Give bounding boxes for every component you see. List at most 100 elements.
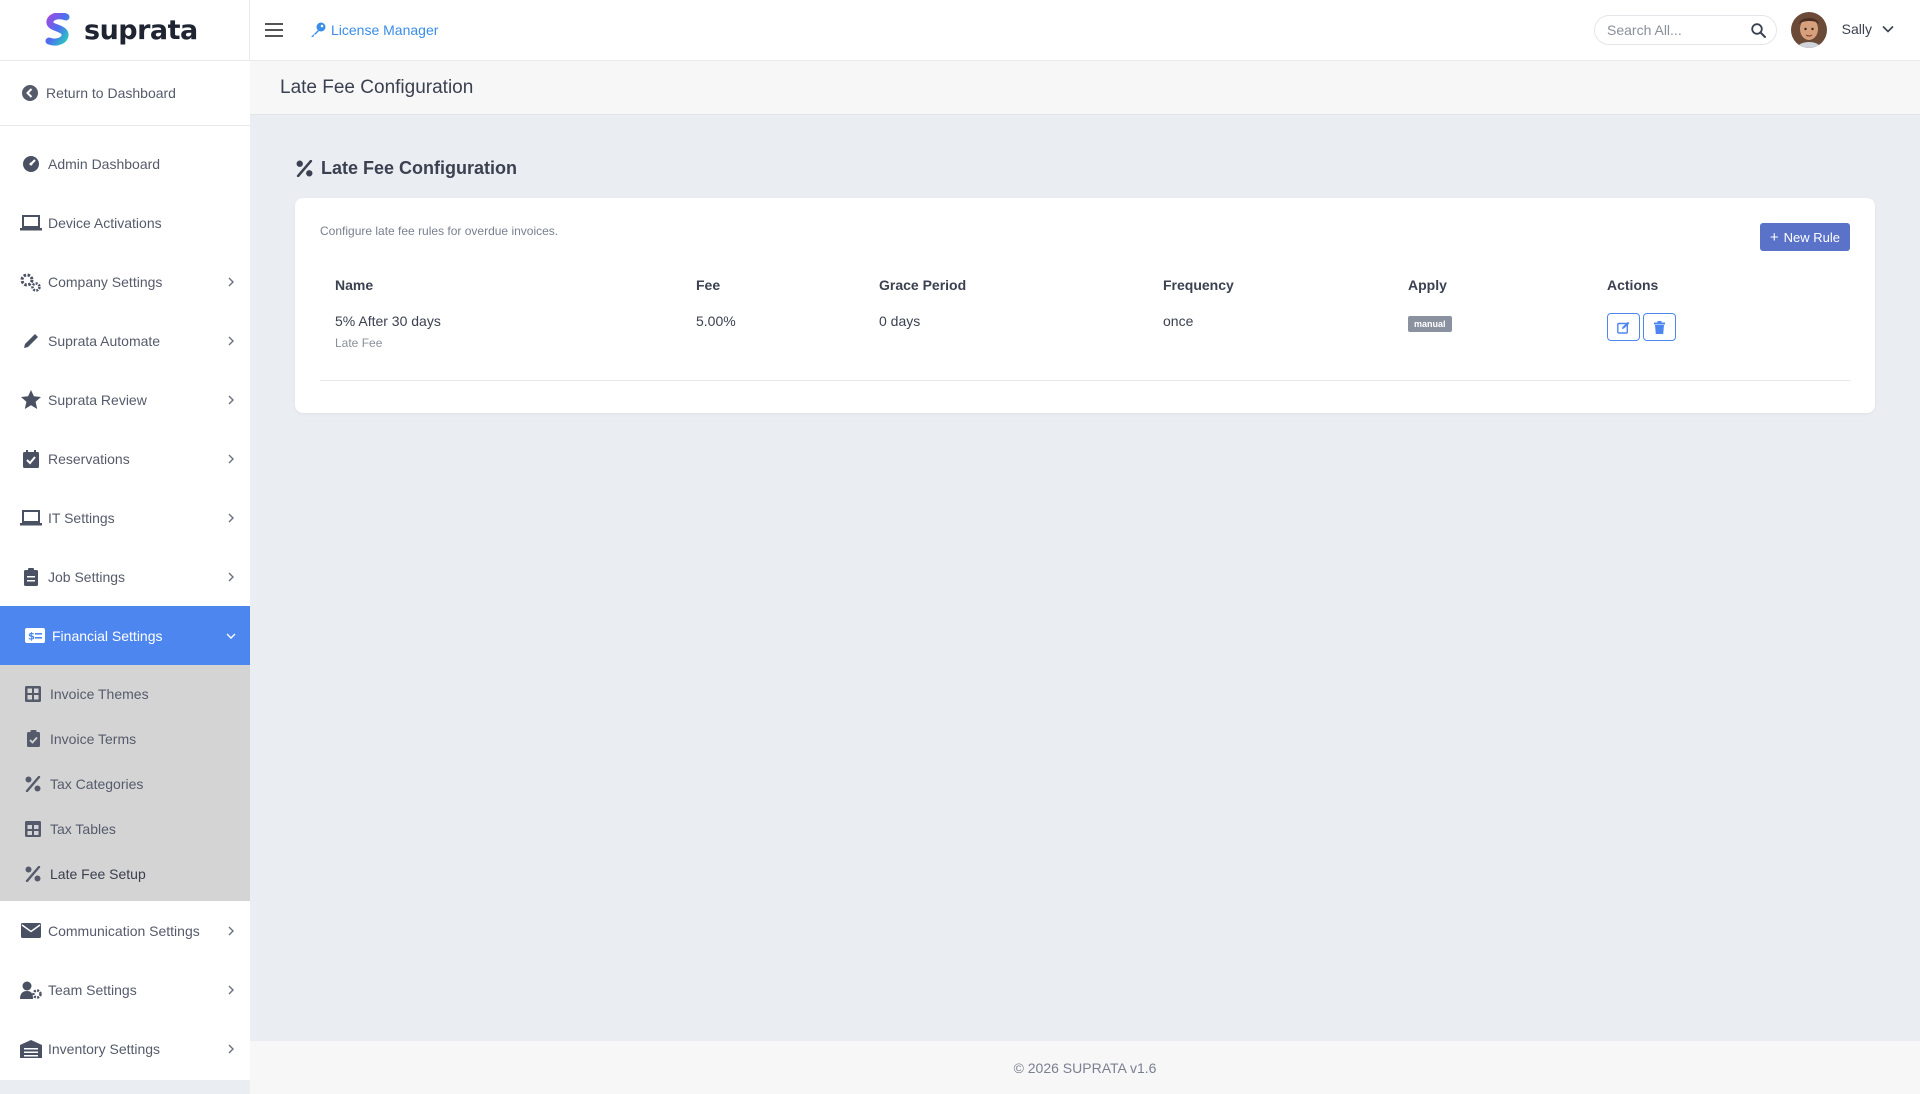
sidebar-item-label: Job Settings xyxy=(48,568,126,585)
key-icon xyxy=(311,22,326,37)
edit-button[interactable] xyxy=(1607,313,1640,341)
column-header-name: Name xyxy=(335,277,374,293)
user-name[interactable]: Sally xyxy=(1842,21,1872,37)
global-search xyxy=(1594,15,1777,45)
chevron-down-icon xyxy=(226,633,236,639)
logo[interactable]: suprata xyxy=(0,0,250,61)
license-manager-label: License Manager xyxy=(331,22,439,38)
user-cog-icon xyxy=(20,979,42,1001)
avatar[interactable] xyxy=(1791,12,1827,48)
sidebar-item-communication-settings[interactable]: Communication Settings xyxy=(0,901,250,960)
table-header-row: Name Fee Grace Period Frequency Apply Ac… xyxy=(320,270,1850,300)
delete-button[interactable] xyxy=(1643,313,1676,341)
apply-badge: manual xyxy=(1408,316,1452,332)
sidebar-subitem-tax-categories[interactable]: Tax Categories xyxy=(0,761,250,806)
sidebar-subitem-label: Invoice Themes xyxy=(50,685,149,702)
sidebar-item-label: Communication Settings xyxy=(48,922,200,939)
rule-name: 5% After 30 days xyxy=(335,313,441,329)
sidebar-item-label: Financial Settings xyxy=(52,627,163,644)
topbar: License Manager Sally xyxy=(250,0,1920,61)
arrow-circle-left-icon xyxy=(22,85,38,101)
column-header-frequency: Frequency xyxy=(1163,277,1234,293)
table-icon xyxy=(24,820,42,838)
plus-icon: + xyxy=(1769,228,1779,246)
sidebar-item-label: Suprata Review xyxy=(48,391,147,408)
financial-settings-submenu: Invoice Themes Invoice Terms Tax Categor… xyxy=(0,665,250,901)
sidebar-item-label: Device Activations xyxy=(48,214,162,231)
page-title: Late Fee Configuration xyxy=(250,61,1920,115)
return-to-dashboard-link[interactable]: Return to Dashboard xyxy=(0,61,250,126)
sidebar-subitem-tax-tables[interactable]: Tax Tables xyxy=(0,806,250,851)
suprata-logo-icon xyxy=(45,13,70,46)
sidebar-subitem-invoice-themes[interactable]: Invoice Themes xyxy=(0,671,250,716)
sidebar-item-device-activations[interactable]: Device Activations xyxy=(0,193,250,252)
sidebar: suprata Return to Dashboard Admin Dashbo… xyxy=(0,0,250,1080)
sidebar-nav: Admin Dashboard Device Activations Compa… xyxy=(0,134,250,1078)
clipboard-icon xyxy=(20,566,42,588)
cell-grace-period: 0 days xyxy=(864,300,1148,381)
svg-text:$: $ xyxy=(28,632,35,643)
sidebar-item-label: IT Settings xyxy=(48,509,115,526)
sidebar-subitem-late-fee-setup[interactable]: Late Fee Setup xyxy=(0,851,250,896)
column-header-actions: Actions xyxy=(1607,277,1659,293)
app-name: suprata xyxy=(84,14,198,46)
sidebar-item-admin-dashboard[interactable]: Admin Dashboard xyxy=(0,134,250,193)
sidebar-item-it-settings[interactable]: IT Settings xyxy=(0,488,250,547)
rule-type: Late Fee xyxy=(335,336,383,350)
sidebar-item-label: Inventory Settings xyxy=(48,1040,161,1057)
column-header-fee: Fee xyxy=(696,277,721,293)
sidebar-subitem-label: Late Fee Setup xyxy=(50,865,146,882)
warehouse-icon xyxy=(20,1038,42,1060)
sidebar-subitem-label: Tax Tables xyxy=(50,820,116,837)
percent-icon xyxy=(24,865,42,883)
license-manager-link[interactable]: License Manager xyxy=(310,22,438,38)
trash-icon xyxy=(1654,320,1665,334)
sidebar-item-company-settings[interactable]: Company Settings xyxy=(0,252,250,311)
percent-icon xyxy=(296,160,313,177)
sidebar-item-suprata-review[interactable]: Suprata Review xyxy=(0,370,250,429)
laptop-icon xyxy=(20,212,42,234)
cogs-icon xyxy=(20,271,42,293)
sidebar-item-reservations[interactable]: Reservations xyxy=(0,429,250,488)
chevron-right-icon xyxy=(228,336,234,345)
sidebar-item-financial-settings[interactable]: $ Financial Settings xyxy=(0,606,250,665)
section-title-text: Late Fee Configuration xyxy=(321,158,518,178)
cell-fee: 5.00% xyxy=(681,300,864,381)
table-row: 5% After 30 days Late Fee 5.00% 0 days o… xyxy=(320,300,1850,381)
chevron-right-icon xyxy=(228,454,234,463)
search-input[interactable] xyxy=(1607,22,1747,38)
sidebar-item-label: Reservations xyxy=(48,450,130,467)
sidebar-item-inventory-settings[interactable]: Inventory Settings xyxy=(0,1019,250,1078)
sidebar-item-suprata-automate[interactable]: Suprata Automate xyxy=(0,311,250,370)
return-label: Return to Dashboard xyxy=(46,85,176,101)
new-rule-button[interactable]: + New Rule xyxy=(1759,223,1850,251)
gauge-icon xyxy=(20,153,42,175)
column-header-grace-period: Grace Period xyxy=(879,277,967,293)
sidebar-subitem-invoice-terms[interactable]: Invoice Terms xyxy=(0,716,250,761)
chevron-right-icon xyxy=(228,277,234,286)
chevron-down-icon[interactable] xyxy=(1882,24,1894,34)
sidebar-item-label: Company Settings xyxy=(48,273,163,290)
star-icon xyxy=(20,389,42,411)
new-rule-label: New Rule xyxy=(1783,229,1840,245)
sidebar-item-team-settings[interactable]: Team Settings xyxy=(0,960,250,1019)
sidebar-subitem-label: Invoice Terms xyxy=(50,730,137,747)
grid-icon xyxy=(24,685,42,703)
search-icon[interactable] xyxy=(1751,23,1766,38)
late-fee-card: Configure late fee rules for overdue inv… xyxy=(295,198,1875,413)
envelope-icon xyxy=(20,920,42,942)
sidebar-item-label: Team Settings xyxy=(48,981,137,998)
column-header-apply: Apply xyxy=(1408,277,1447,293)
cell-actions xyxy=(1592,300,1850,381)
late-fee-table: Name Fee Grace Period Frequency Apply Ac… xyxy=(320,270,1850,381)
cell-name: 5% After 30 days Late Fee xyxy=(320,300,681,381)
card-description: Configure late fee rules for overdue inv… xyxy=(320,224,559,238)
laptop-icon xyxy=(20,507,42,529)
sidebar-item-job-settings[interactable]: Job Settings xyxy=(0,547,250,606)
sidebar-item-label: Suprata Automate xyxy=(48,332,161,349)
hamburger-menu-icon[interactable] xyxy=(265,23,283,37)
edit-icon xyxy=(1617,321,1630,334)
chevron-right-icon xyxy=(228,395,234,404)
clipboard-check-icon xyxy=(24,730,42,748)
chevron-right-icon xyxy=(228,985,234,994)
